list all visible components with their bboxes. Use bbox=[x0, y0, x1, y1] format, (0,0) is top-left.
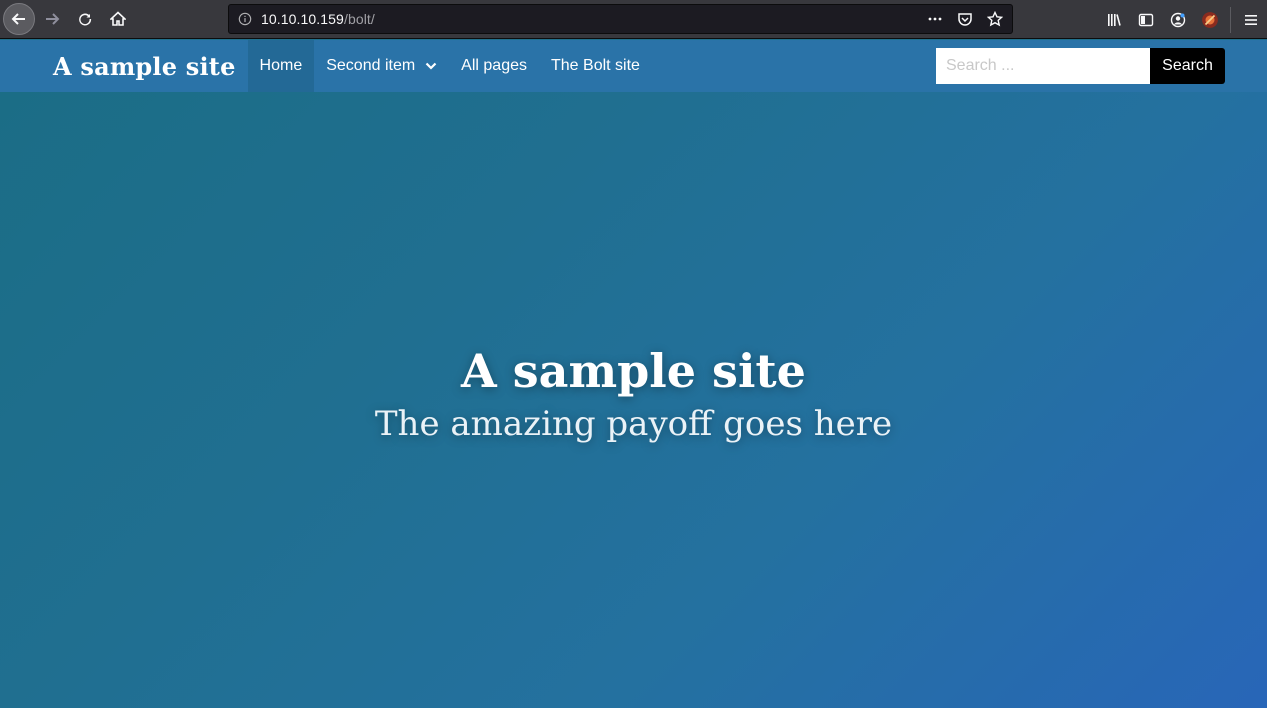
hero-title: A sample site bbox=[461, 344, 806, 398]
menu-item-label: Home bbox=[259, 57, 303, 74]
home-icon bbox=[110, 11, 126, 26]
chevron-down-icon bbox=[425, 60, 437, 72]
account-icon[interactable] bbox=[1162, 4, 1194, 36]
home-button[interactable] bbox=[102, 3, 134, 35]
back-button[interactable] bbox=[3, 3, 35, 35]
menu-item-all-pages[interactable]: All pages bbox=[449, 40, 539, 92]
browser-toolbar: 10.10.10.159/bolt/ bbox=[0, 0, 1267, 39]
menu-item-home[interactable]: Home bbox=[247, 40, 315, 92]
main-menu: Home Second item All pages The Bolt site bbox=[247, 40, 652, 92]
search-input[interactable] bbox=[936, 48, 1150, 84]
url-host: 10.10.10.159 bbox=[261, 11, 344, 27]
site-navbar: A sample site Home Second item All pages… bbox=[0, 40, 1267, 92]
sidebar-icon[interactable] bbox=[1130, 4, 1162, 36]
more-dots-icon[interactable] bbox=[926, 10, 944, 28]
url-path: /bolt/ bbox=[343, 11, 375, 27]
hero-subtitle: The amazing payoff goes here bbox=[374, 404, 893, 444]
site-brand[interactable]: A sample site bbox=[53, 52, 236, 81]
forward-button[interactable] bbox=[36, 3, 68, 35]
menu-item-label: Second item bbox=[326, 57, 416, 74]
search-form: Search bbox=[936, 48, 1225, 84]
pocket-icon[interactable] bbox=[956, 10, 974, 28]
star-icon[interactable] bbox=[986, 10, 1004, 28]
library-icon[interactable] bbox=[1098, 4, 1130, 36]
url-bar[interactable]: 10.10.10.159/bolt/ bbox=[228, 4, 1013, 34]
hero-section: A sample site The amazing payoff goes he… bbox=[0, 92, 1267, 708]
menu-item-bolt-site[interactable]: The Bolt site bbox=[539, 40, 652, 92]
reload-button[interactable] bbox=[69, 3, 101, 35]
menu-item-label: All pages bbox=[461, 57, 527, 74]
menu-item-label: The Bolt site bbox=[551, 57, 640, 74]
search-button[interactable]: Search bbox=[1150, 48, 1225, 84]
url-text: 10.10.10.159/bolt/ bbox=[261, 11, 375, 27]
forward-arrow-icon bbox=[46, 13, 60, 25]
toolbar-divider bbox=[1230, 6, 1231, 33]
reload-icon bbox=[79, 13, 92, 26]
menu-item-second[interactable]: Second item bbox=[314, 40, 449, 92]
back-arrow-icon bbox=[11, 13, 25, 25]
extension-icon[interactable] bbox=[1194, 4, 1226, 36]
info-icon[interactable] bbox=[237, 11, 253, 27]
hamburger-menu-icon[interactable] bbox=[1235, 4, 1267, 36]
